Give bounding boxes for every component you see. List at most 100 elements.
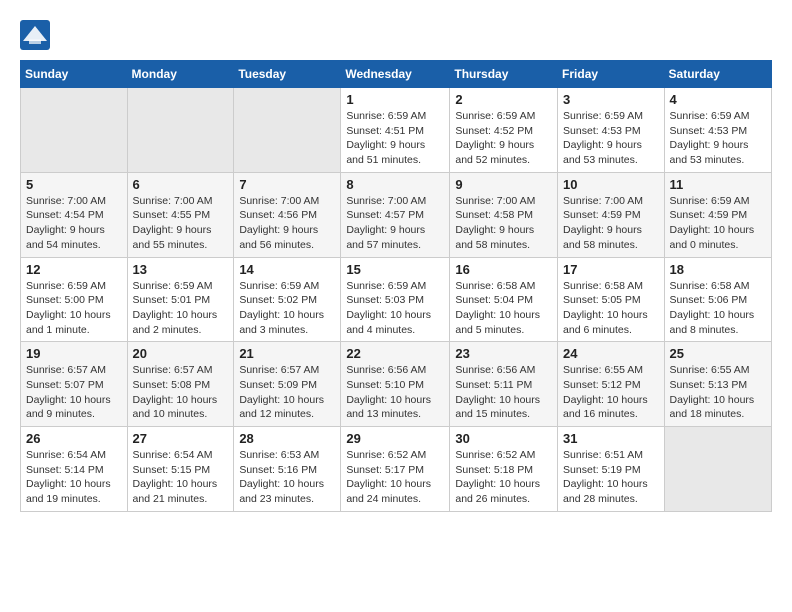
day-info: Sunrise: 6:54 AM Sunset: 5:14 PM Dayligh…	[26, 448, 122, 507]
day-number: 21	[239, 346, 335, 361]
calendar-cell: 21 Sunrise: 6:57 AM Sunset: 5:09 PM Dayli…	[234, 342, 341, 427]
calendar-cell	[21, 88, 128, 173]
calendar-cell: 22 Sunrise: 6:56 AM Sunset: 5:10 PM Dayli…	[341, 342, 450, 427]
calendar-cell: 9Sunrise: 7:00 AM Sunset: 4:58 PM Daylig…	[450, 172, 558, 257]
day-info: Sunrise: 6:55 AM Sunset: 5:13 PM Dayligh…	[670, 363, 766, 422]
calendar-body: 1 Sunrise: 6:59 AM Sunset: 4:51 PM Daylig…	[21, 88, 772, 512]
day-info: Sunrise: 6:52 AM Sunset: 5:18 PM Dayligh…	[455, 448, 552, 507]
calendar-cell: 6 Sunrise: 7:00 AM Sunset: 4:55 PM Daylig…	[127, 172, 234, 257]
day-number: 31	[563, 431, 659, 446]
calendar-cell: 11 Sunrise: 6:59 AM Sunset: 4:59 PM Dayli…	[664, 172, 771, 257]
day-info: Sunrise: 6:58 AM Sunset: 5:05 PM Dayligh…	[563, 279, 659, 338]
day-number: 27	[133, 431, 229, 446]
calendar-cell: 15 Sunrise: 6:59 AM Sunset: 5:03 PM Dayli…	[341, 257, 450, 342]
day-info: Sunrise: 6:59 AM Sunset: 5:00 PM Dayligh…	[26, 279, 122, 338]
calendar-cell: 17 Sunrise: 6:58 AM Sunset: 5:05 PM Dayli…	[558, 257, 665, 342]
calendar-cell	[127, 88, 234, 173]
calendar-cell: 1 Sunrise: 6:59 AM Sunset: 4:51 PM Daylig…	[341, 88, 450, 173]
day-info: Sunrise: 7:00 AM Sunset: 4:54 PM Dayligh…	[26, 194, 122, 253]
day-info: Sunrise: 6:51 AM Sunset: 5:19 PM Dayligh…	[563, 448, 659, 507]
calendar-cell: 14Sunrise: 6:59 AM Sunset: 5:02 PM Dayli…	[234, 257, 341, 342]
calendar-cell: 18Sunrise: 6:58 AM Sunset: 5:06 PM Dayli…	[664, 257, 771, 342]
day-number: 24	[563, 346, 659, 361]
calendar-cell: 27Sunrise: 6:54 AM Sunset: 5:15 PM Dayli…	[127, 427, 234, 512]
calendar-cell: 4 Sunrise: 6:59 AM Sunset: 4:53 PM Daylig…	[664, 88, 771, 173]
day-number: 5	[26, 177, 122, 192]
day-number: 20	[133, 346, 229, 361]
calendar-cell: 24 Sunrise: 6:55 AM Sunset: 5:12 PM Dayli…	[558, 342, 665, 427]
calendar-cell: 26 Sunrise: 6:54 AM Sunset: 5:14 PM Dayli…	[21, 427, 128, 512]
day-header-sunday: Sunday	[21, 61, 128, 88]
day-number: 30	[455, 431, 552, 446]
day-header-thursday: Thursday	[450, 61, 558, 88]
day-number: 1	[346, 92, 444, 107]
day-info: Sunrise: 6:59 AM Sunset: 4:51 PM Dayligh…	[346, 109, 444, 168]
calendar-cell: 31 Sunrise: 6:51 AM Sunset: 5:19 PM Dayli…	[558, 427, 665, 512]
day-number: 4	[670, 92, 766, 107]
day-number: 6	[133, 177, 229, 192]
day-header-saturday: Saturday	[664, 61, 771, 88]
calendar-cell: 2Sunrise: 6:59 AM Sunset: 4:52 PM Daylig…	[450, 88, 558, 173]
calendar-cell: 28Sunrise: 6:53 AM Sunset: 5:16 PM Dayli…	[234, 427, 341, 512]
calendar-cell: 16 Sunrise: 6:58 AM Sunset: 5:04 PM Dayli…	[450, 257, 558, 342]
day-number: 12	[26, 262, 122, 277]
calendar-cell: 23 Sunrise: 6:56 AM Sunset: 5:11 PM Dayli…	[450, 342, 558, 427]
day-number: 17	[563, 262, 659, 277]
calendar-cell: 19 Sunrise: 6:57 AM Sunset: 5:07 PM Dayli…	[21, 342, 128, 427]
calendar-week-row: 26 Sunrise: 6:54 AM Sunset: 5:14 PM Dayli…	[21, 427, 772, 512]
calendar-cell: 20 Sunrise: 6:57 AM Sunset: 5:08 PM Dayli…	[127, 342, 234, 427]
day-number: 9	[455, 177, 552, 192]
day-info: Sunrise: 6:57 AM Sunset: 5:08 PM Dayligh…	[133, 363, 229, 422]
calendar-week-row: 5 Sunrise: 7:00 AM Sunset: 4:54 PM Daylig…	[21, 172, 772, 257]
day-info: Sunrise: 6:58 AM Sunset: 5:04 PM Dayligh…	[455, 279, 552, 338]
calendar-cell: 12 Sunrise: 6:59 AM Sunset: 5:00 PM Dayli…	[21, 257, 128, 342]
day-header-friday: Friday	[558, 61, 665, 88]
calendar-week-row: 12 Sunrise: 6:59 AM Sunset: 5:00 PM Dayli…	[21, 257, 772, 342]
day-info: Sunrise: 6:57 AM Sunset: 5:09 PM Dayligh…	[239, 363, 335, 422]
calendar-cell: 7Sunrise: 7:00 AM Sunset: 4:56 PM Daylig…	[234, 172, 341, 257]
day-number: 25	[670, 346, 766, 361]
day-info: Sunrise: 6:52 AM Sunset: 5:17 PM Dayligh…	[346, 448, 444, 507]
day-info: Sunrise: 7:00 AM Sunset: 4:57 PM Dayligh…	[346, 194, 444, 253]
day-info: Sunrise: 6:56 AM Sunset: 5:11 PM Dayligh…	[455, 363, 552, 422]
calendar-cell: 5 Sunrise: 7:00 AM Sunset: 4:54 PM Daylig…	[21, 172, 128, 257]
day-number: 19	[26, 346, 122, 361]
calendar-cell: 25 Sunrise: 6:55 AM Sunset: 5:13 PM Dayli…	[664, 342, 771, 427]
logo-icon	[20, 20, 50, 50]
day-info: Sunrise: 6:59 AM Sunset: 5:02 PM Dayligh…	[239, 279, 335, 338]
day-number: 26	[26, 431, 122, 446]
day-number: 23	[455, 346, 552, 361]
day-info: Sunrise: 6:55 AM Sunset: 5:12 PM Dayligh…	[563, 363, 659, 422]
calendar-cell	[234, 88, 341, 173]
day-number: 22	[346, 346, 444, 361]
calendar-week-row: 1 Sunrise: 6:59 AM Sunset: 4:51 PM Daylig…	[21, 88, 772, 173]
day-number: 10	[563, 177, 659, 192]
logo	[20, 20, 54, 50]
day-info: Sunrise: 6:59 AM Sunset: 4:53 PM Dayligh…	[670, 109, 766, 168]
day-info: Sunrise: 6:59 AM Sunset: 4:59 PM Dayligh…	[670, 194, 766, 253]
day-number: 8	[346, 177, 444, 192]
day-number: 16	[455, 262, 552, 277]
day-info: Sunrise: 6:59 AM Sunset: 4:53 PM Dayligh…	[563, 109, 659, 168]
day-info: Sunrise: 6:57 AM Sunset: 5:07 PM Dayligh…	[26, 363, 122, 422]
calendar-cell	[664, 427, 771, 512]
calendar-header-row: SundayMondayTuesdayWednesdayThursdayFrid…	[21, 61, 772, 88]
day-info: Sunrise: 7:00 AM Sunset: 4:55 PM Dayligh…	[133, 194, 229, 253]
calendar-cell: 10Sunrise: 7:00 AM Sunset: 4:59 PM Dayli…	[558, 172, 665, 257]
day-header-wednesday: Wednesday	[341, 61, 450, 88]
day-header-monday: Monday	[127, 61, 234, 88]
day-number: 3	[563, 92, 659, 107]
calendar-table: SundayMondayTuesdayWednesdayThursdayFrid…	[20, 60, 772, 512]
calendar-cell: 13Sunrise: 6:59 AM Sunset: 5:01 PM Dayli…	[127, 257, 234, 342]
day-info: Sunrise: 6:59 AM Sunset: 5:03 PM Dayligh…	[346, 279, 444, 338]
day-info: Sunrise: 6:59 AM Sunset: 4:52 PM Dayligh…	[455, 109, 552, 168]
day-number: 29	[346, 431, 444, 446]
page-header	[20, 20, 772, 50]
calendar-cell: 30 Sunrise: 6:52 AM Sunset: 5:18 PM Dayli…	[450, 427, 558, 512]
calendar-week-row: 19 Sunrise: 6:57 AM Sunset: 5:07 PM Dayli…	[21, 342, 772, 427]
calendar-cell: 3 Sunrise: 6:59 AM Sunset: 4:53 PM Daylig…	[558, 88, 665, 173]
day-number: 15	[346, 262, 444, 277]
day-number: 11	[670, 177, 766, 192]
day-info: Sunrise: 6:56 AM Sunset: 5:10 PM Dayligh…	[346, 363, 444, 422]
day-number: 28	[239, 431, 335, 446]
